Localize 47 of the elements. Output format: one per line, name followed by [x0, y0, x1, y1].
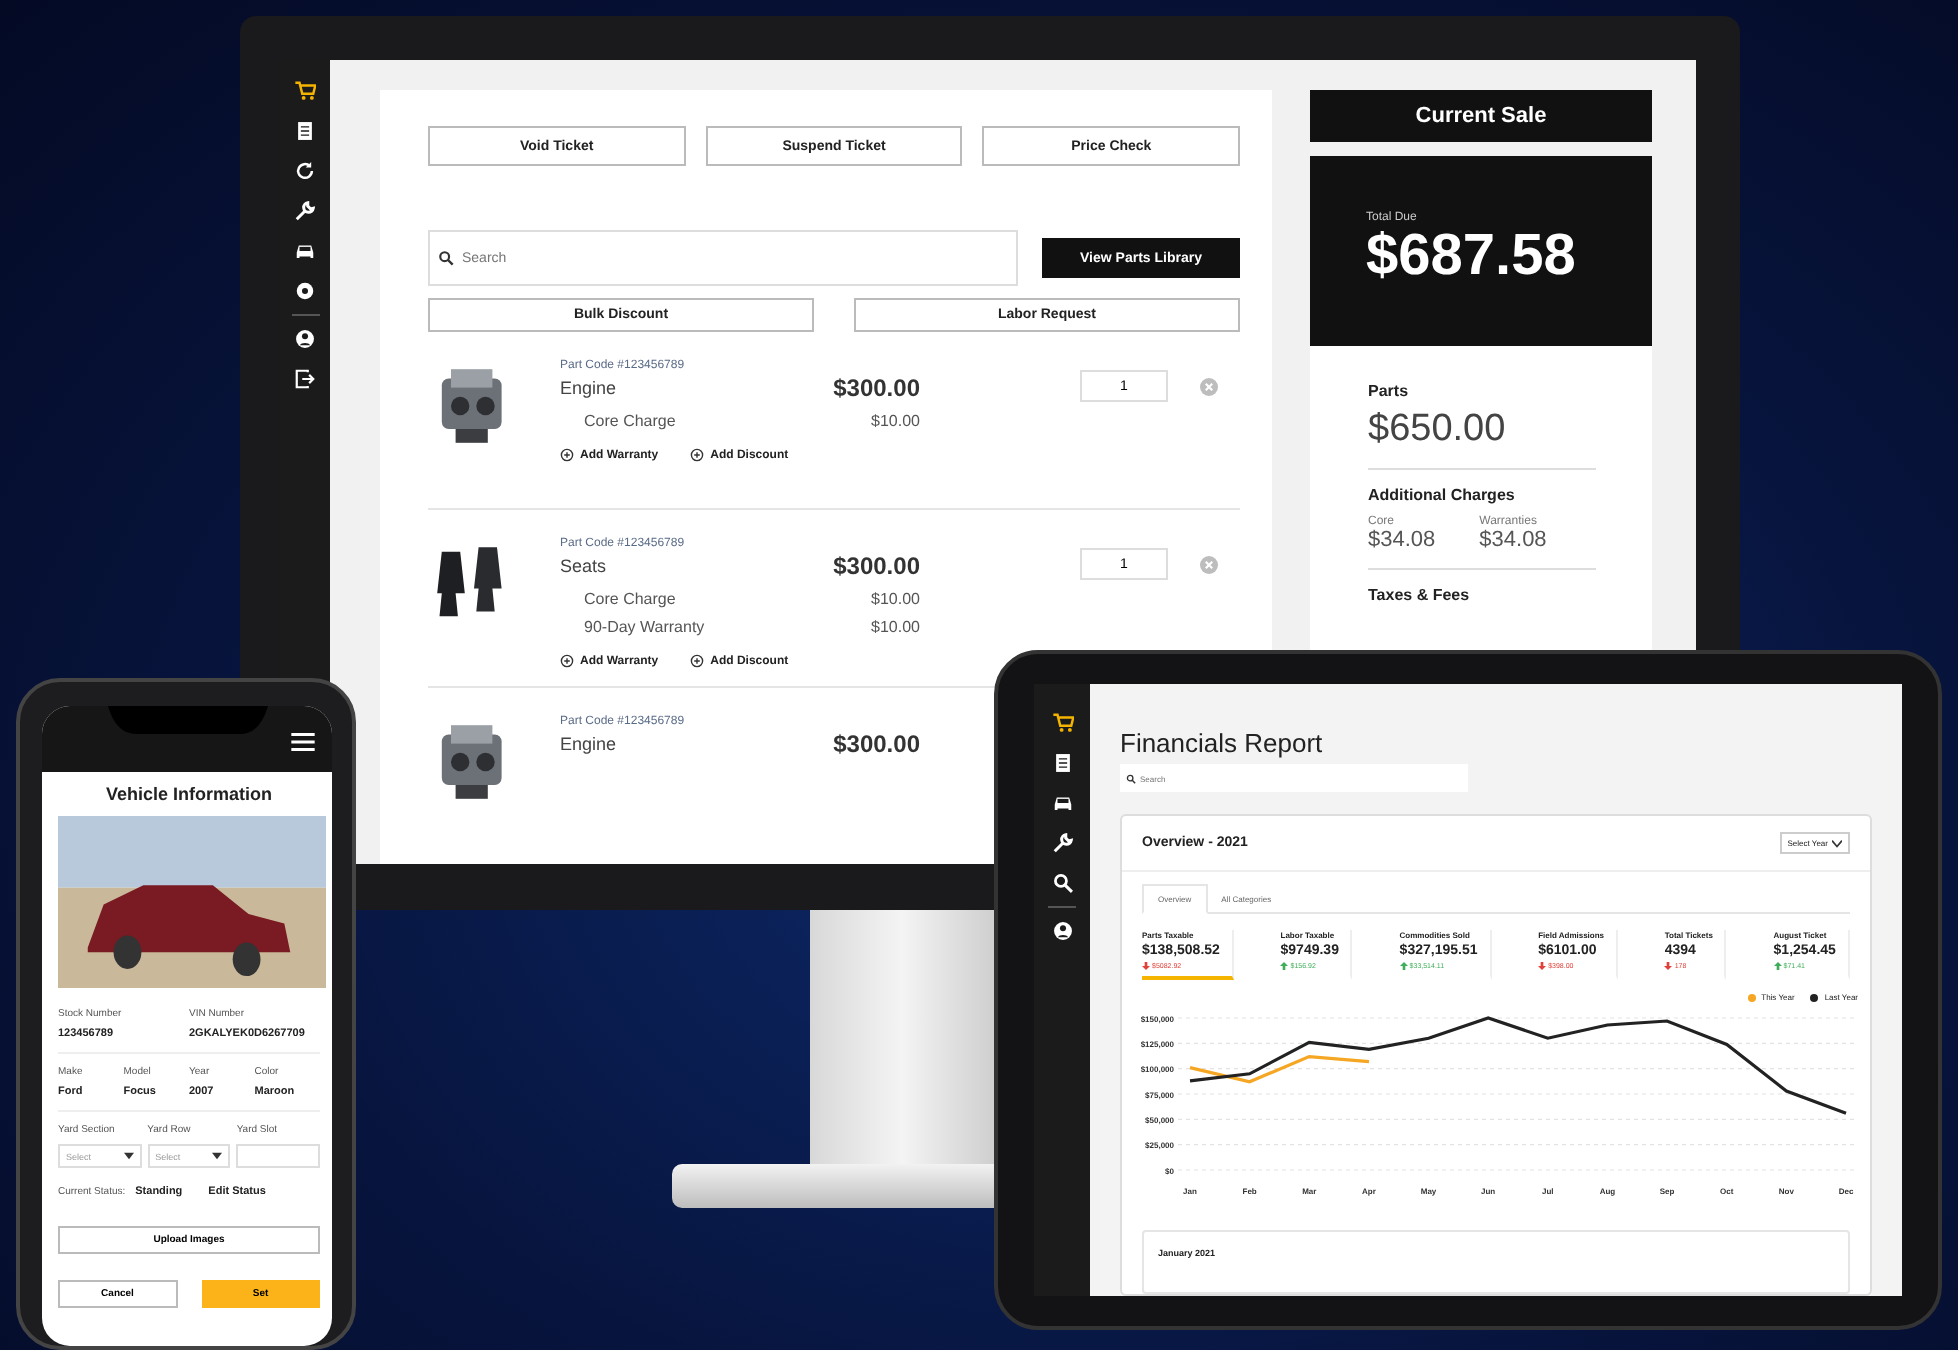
charge-amount: $10.00 — [871, 412, 920, 430]
user-icon[interactable] — [1051, 920, 1073, 942]
plus-circle-icon — [690, 448, 705, 462]
parts-heading: Parts — [1368, 382, 1411, 400]
page-title: Vehicle Information — [105, 784, 273, 804]
search-icon — [1126, 774, 1136, 784]
wrench-icon[interactable] — [294, 200, 316, 222]
charge-amount: $10.00 — [871, 618, 920, 636]
part-name: Seats — [560, 556, 607, 576]
charge-label: Core Charge — [584, 412, 676, 430]
document-icon[interactable] — [294, 120, 316, 142]
plus-circle-icon — [560, 448, 574, 462]
car-icon[interactable] — [294, 240, 316, 262]
charge-amount: $10.00 — [871, 590, 920, 608]
parts-amount: $650.00 — [1368, 408, 1508, 452]
charge-label: 90-Day Warranty — [584, 618, 705, 636]
charge-label: Core Charge — [584, 590, 676, 608]
page-title: Financials Report — [1120, 728, 1325, 758]
plus-circle-icon — [690, 654, 705, 668]
menu-icon[interactable] — [290, 732, 316, 752]
caret-icon — [123, 1152, 134, 1160]
wrench-icon[interactable] — [1051, 832, 1073, 854]
taxes-heading: Taxes & Fees — [1368, 586, 1472, 604]
part-name: Engine — [560, 734, 617, 754]
part-price: $300.00 — [833, 730, 920, 758]
plus-circle-icon — [560, 654, 574, 668]
caret-icon — [1832, 839, 1842, 848]
document-icon[interactable] — [1051, 752, 1073, 774]
refresh-icon[interactable] — [294, 160, 316, 182]
charge-amount: $34.08 — [1368, 528, 1436, 552]
current-sale-header: Current Sale — [1310, 90, 1652, 142]
charge-amount: $34.08 — [1479, 528, 1547, 552]
total-due-amount: $687.58 — [1366, 224, 1578, 290]
additional-charges-heading: Additional Charges — [1368, 486, 1517, 504]
part-name: Engine — [560, 378, 617, 398]
input-field[interactable] — [236, 1144, 320, 1168]
car-icon[interactable] — [1051, 792, 1073, 814]
search-icon — [438, 250, 454, 266]
part-price: $300.00 — [833, 374, 920, 402]
user-icon[interactable] — [294, 328, 316, 350]
caret-icon — [212, 1152, 223, 1160]
search-icon[interactable] — [1051, 872, 1073, 894]
cart-icon[interactable] — [1051, 712, 1073, 734]
cart-icon[interactable] — [294, 80, 316, 102]
logout-icon[interactable] — [294, 368, 316, 390]
part-price: $300.00 — [833, 552, 920, 580]
circle-icon[interactable] — [294, 280, 316, 302]
